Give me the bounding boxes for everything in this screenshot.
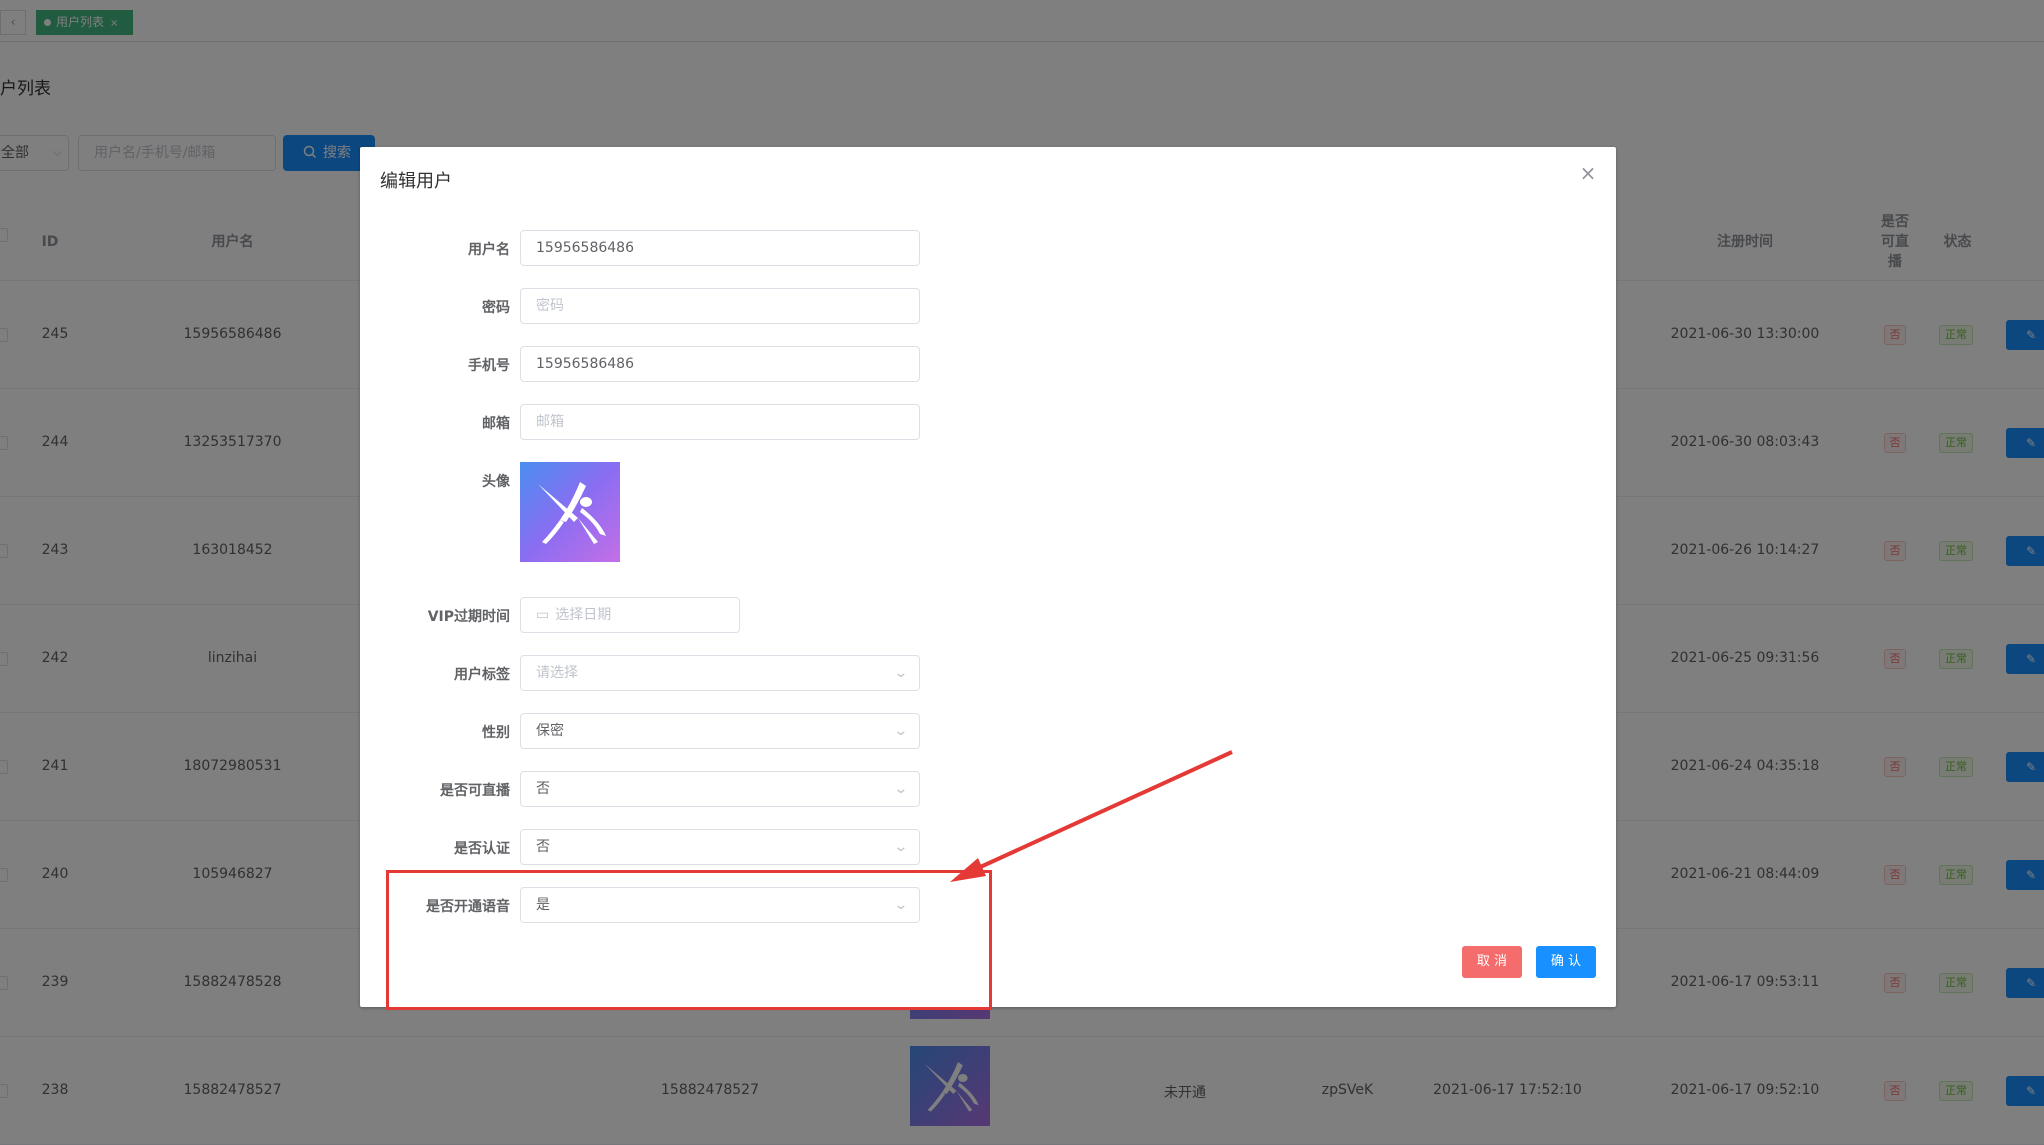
annotation-arrow-icon <box>950 750 1233 882</box>
